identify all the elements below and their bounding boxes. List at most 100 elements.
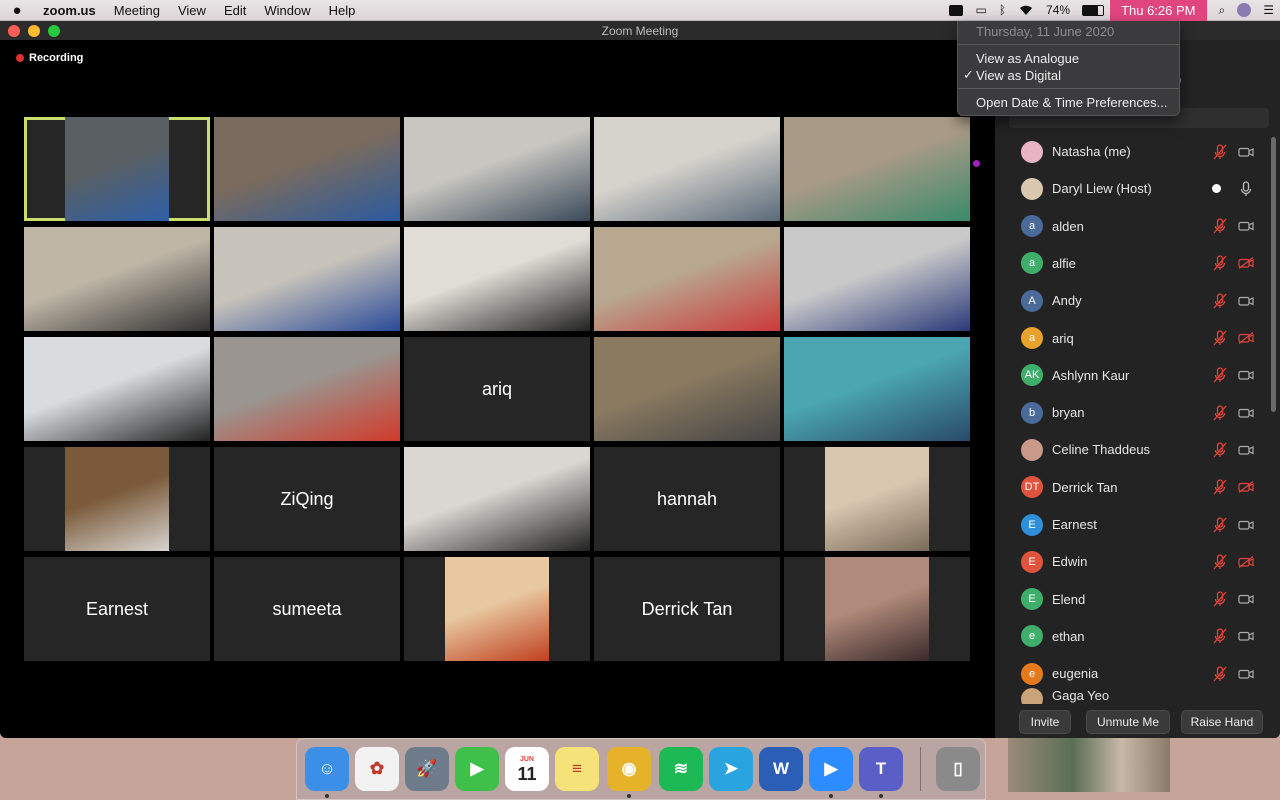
- participant-row[interactable]: b bryan: [995, 394, 1280, 431]
- mic-icon[interactable]: [1239, 181, 1253, 197]
- participant-tile[interactable]: Earnest: [24, 557, 210, 661]
- video-tile[interactable]: [594, 117, 780, 221]
- dock-word-icon[interactable]: W: [759, 747, 803, 791]
- bluetooth-icon[interactable]: ᛒ: [993, 0, 1012, 21]
- participant-row[interactable]: a alfie: [995, 245, 1280, 282]
- unmute-me-button[interactable]: Unmute Me: [1086, 710, 1170, 734]
- mic-muted-icon[interactable]: [1213, 143, 1227, 160]
- date-time-preferences-item[interactable]: Open Date & Time Preferences...: [976, 95, 1167, 110]
- menu-help[interactable]: Help: [320, 3, 365, 18]
- participant-row[interactable]: DT Derrick Tan: [995, 469, 1280, 506]
- menu-app-name[interactable]: zoom.us: [34, 3, 105, 18]
- video-tile[interactable]: [24, 227, 210, 331]
- mic-muted-icon[interactable]: [1213, 554, 1227, 570]
- camera-icon[interactable]: [1238, 593, 1254, 605]
- participant-row[interactable]: Daryl Liew (Host): [995, 170, 1280, 207]
- video-tile[interactable]: [214, 117, 400, 221]
- participant-tile[interactable]: ariq: [404, 337, 590, 441]
- camera-off-icon[interactable]: [1238, 555, 1254, 568]
- dock-finder-icon[interactable]: ☺: [305, 747, 349, 791]
- recording-indicator[interactable]: Recording: [16, 52, 83, 64]
- video-tile[interactable]: [784, 117, 970, 221]
- dock-photos-icon[interactable]: ✿: [355, 747, 399, 791]
- participant-row[interactable]: E Edwin: [995, 543, 1280, 580]
- camera-off-icon[interactable]: [1238, 332, 1254, 344]
- video-tile[interactable]: [24, 447, 210, 551]
- mic-muted-icon[interactable]: [1213, 255, 1227, 271]
- video-tile[interactable]: [784, 447, 970, 551]
- minimize-window-button[interactable]: [28, 24, 40, 37]
- notification-center-icon[interactable]: ☰: [1257, 0, 1280, 21]
- participant-row[interactable]: Natasha (me): [995, 133, 1280, 170]
- participant-tile[interactable]: sumeeta: [214, 557, 400, 661]
- wifi-icon[interactable]: [1012, 0, 1040, 21]
- dock-telegram-icon[interactable]: ➤: [709, 747, 753, 791]
- camera-icon[interactable]: [1238, 444, 1254, 456]
- view-as-analogue-item[interactable]: View as Analogue: [976, 51, 1079, 66]
- participant-tile[interactable]: hannah: [594, 447, 780, 551]
- close-window-button[interactable]: [8, 24, 20, 37]
- mic-muted-icon[interactable]: [1213, 479, 1227, 495]
- battery-icon[interactable]: [1076, 0, 1110, 21]
- camera-icon[interactable]: [1238, 369, 1254, 381]
- participant-row[interactable]: AK Ashlynn Kaur: [995, 357, 1280, 394]
- video-tile[interactable]: [404, 227, 590, 331]
- video-tile[interactable]: [404, 447, 590, 551]
- participants-scrollbar[interactable]: [1271, 137, 1276, 412]
- dock-facetime-icon[interactable]: ▶: [455, 747, 499, 791]
- mic-muted-icon[interactable]: [1213, 442, 1227, 458]
- raise-hand-button[interactable]: Raise Hand: [1181, 710, 1263, 734]
- view-as-digital-item[interactable]: View as Digital: [976, 68, 1061, 83]
- participant-row[interactable]: A Andy: [995, 282, 1280, 319]
- mic-muted-icon[interactable]: [1213, 293, 1227, 309]
- dock-calendar-icon[interactable]: JUN 11: [505, 747, 549, 791]
- mic-muted-icon[interactable]: [1213, 218, 1227, 234]
- user-avatar-icon[interactable]: [1231, 0, 1257, 21]
- camera-icon[interactable]: [1238, 146, 1254, 158]
- video-tile[interactable]: [594, 337, 780, 441]
- participant-row[interactable]: a ariq: [995, 320, 1280, 357]
- participant-tile[interactable]: ZiQing: [214, 447, 400, 551]
- camera-icon[interactable]: [1238, 630, 1254, 642]
- dock-notes-icon[interactable]: ≡: [555, 747, 599, 791]
- menu-view[interactable]: View: [169, 3, 215, 18]
- video-tile[interactable]: [784, 227, 970, 331]
- participant-row[interactable]: E Elend: [995, 581, 1280, 618]
- mic-muted-icon[interactable]: [1213, 330, 1227, 346]
- video-tile[interactable]: [404, 117, 590, 221]
- invite-button[interactable]: Invite: [1019, 710, 1071, 734]
- dock-zoom-icon[interactable]: ▶: [809, 747, 853, 791]
- video-tile[interactable]: [404, 557, 590, 661]
- participant-row-partial[interactable]: Gaga Yeo: [995, 686, 1280, 704]
- video-tile[interactable]: [214, 337, 400, 441]
- participant-row[interactable]: a alden: [995, 208, 1280, 245]
- dock-launchpad-icon[interactable]: 🚀: [405, 747, 449, 791]
- airplay-icon[interactable]: ▭: [969, 0, 992, 21]
- mic-muted-icon[interactable]: [1213, 367, 1227, 383]
- menu-window[interactable]: Window: [255, 3, 319, 18]
- apple-menu-icon[interactable]: ●: [0, 2, 34, 19]
- dock-chrome-icon[interactable]: ◉: [607, 747, 651, 791]
- camera-off-icon[interactable]: [1238, 257, 1254, 270]
- video-tile[interactable]: [784, 557, 970, 661]
- zoom-window-button[interactable]: [48, 24, 60, 37]
- camera-icon[interactable]: [1238, 519, 1254, 531]
- zoom-status-icon[interactable]: [943, 0, 969, 21]
- mic-muted-icon[interactable]: [1213, 404, 1227, 421]
- camera-icon[interactable]: [1238, 295, 1254, 307]
- dock-spotify-icon[interactable]: ≋: [659, 747, 703, 791]
- mic-muted-icon[interactable]: [1213, 516, 1227, 533]
- menu-clock[interactable]: Thu 6:26 PM: [1110, 0, 1207, 21]
- camera-icon[interactable]: [1238, 668, 1254, 680]
- video-tile[interactable]: [594, 227, 780, 331]
- menu-meeting[interactable]: Meeting: [105, 3, 169, 18]
- video-tile[interactable]: [24, 337, 210, 441]
- camera-off-icon[interactable]: [1238, 481, 1254, 494]
- video-tile[interactable]: [214, 227, 400, 331]
- dock-teams-icon[interactable]: T: [859, 747, 903, 791]
- mic-muted-icon[interactable]: [1213, 591, 1227, 607]
- video-tile[interactable]: [784, 337, 970, 441]
- battery-percent[interactable]: 74%: [1040, 0, 1076, 21]
- participant-row[interactable]: E Earnest: [995, 506, 1280, 543]
- camera-icon[interactable]: [1238, 407, 1254, 419]
